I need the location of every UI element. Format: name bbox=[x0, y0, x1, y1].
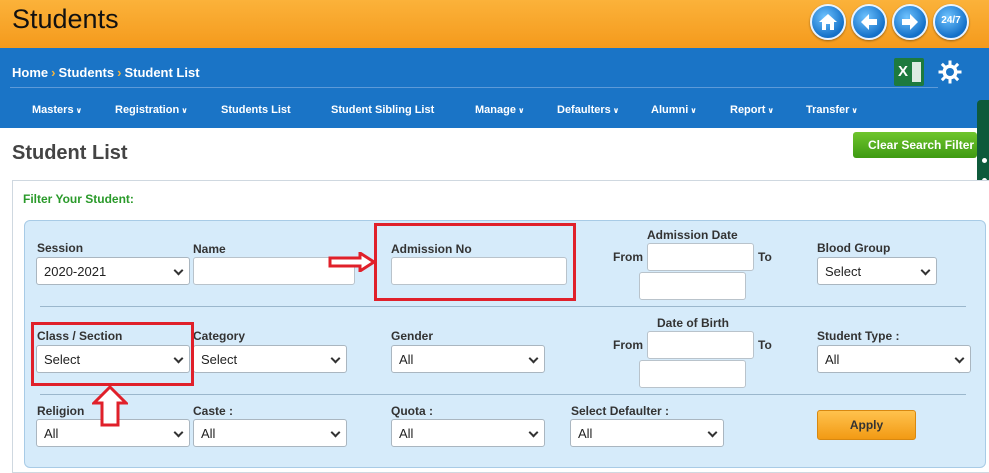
menu-students-list[interactable]: Students List bbox=[221, 104, 291, 116]
defaulter-select[interactable]: All bbox=[570, 419, 724, 447]
gear-icon[interactable] bbox=[938, 60, 962, 84]
name-label: Name bbox=[193, 242, 226, 256]
menu-manage[interactable]: Manage ∨ bbox=[475, 104, 524, 116]
admission-date-from-input[interactable] bbox=[647, 243, 754, 271]
arrow-left-icon bbox=[861, 14, 877, 30]
dob-to-input[interactable] bbox=[639, 360, 746, 388]
dob-from-input[interactable] bbox=[647, 331, 754, 359]
row-divider bbox=[40, 394, 966, 395]
admission-date-label: Admission Date bbox=[647, 228, 738, 242]
session-label: Session bbox=[37, 241, 84, 255]
gender-label: Gender bbox=[391, 329, 434, 343]
menu-transfer[interactable]: Transfer ∨ bbox=[806, 104, 858, 116]
breadcrumb-divider bbox=[10, 87, 938, 88]
caste-select[interactable]: All bbox=[193, 419, 347, 447]
menu-registration[interactable]: Registration ∨ bbox=[115, 104, 188, 116]
dob-to-label: To bbox=[758, 338, 772, 352]
chevron-down-icon: ∨ bbox=[612, 106, 620, 115]
menu-report[interactable]: Report ∨ bbox=[730, 104, 774, 116]
admission-date-from-label: From bbox=[613, 250, 643, 264]
chevron-down-icon: ∨ bbox=[851, 106, 858, 115]
header-bar: Students 24/7 bbox=[0, 0, 989, 48]
arrow-up-annotation-icon bbox=[92, 385, 128, 427]
date-of-birth-label: Date of Birth bbox=[657, 316, 729, 330]
blood-group-select[interactable]: Select bbox=[817, 257, 937, 285]
chevron-down-icon: ∨ bbox=[767, 106, 774, 115]
dob-from-label: From bbox=[613, 338, 643, 352]
breadcrumb: Home › Students › Student List bbox=[12, 65, 200, 80]
support-24-7-icon: 24/7 bbox=[941, 15, 961, 26]
student-type-select[interactable]: All bbox=[817, 345, 971, 373]
excel-export-icon[interactable]: X bbox=[894, 58, 924, 86]
admission-date-to-label: To bbox=[758, 250, 772, 264]
session-select[interactable]: 2020-2021 bbox=[36, 257, 190, 285]
apply-button[interactable]: Apply bbox=[817, 410, 916, 440]
gender-select[interactable]: All bbox=[391, 345, 545, 373]
breadcrumb-students[interactable]: Students bbox=[58, 65, 114, 80]
arrow-right-icon bbox=[902, 14, 918, 30]
filter-title: Filter Your Student: bbox=[23, 192, 134, 206]
menu-student-sibling-list[interactable]: Student Sibling List bbox=[331, 104, 434, 116]
menu-defaulters[interactable]: Defaulters ∨ bbox=[557, 104, 619, 116]
side-panel-tab[interactable] bbox=[977, 100, 989, 186]
caste-label: Caste : bbox=[193, 404, 234, 418]
home-button[interactable] bbox=[810, 4, 846, 40]
highlight-admission-no bbox=[374, 223, 576, 301]
row-divider bbox=[40, 306, 966, 307]
page-title: Student List bbox=[12, 142, 128, 164]
student-type-label: Student Type : bbox=[817, 329, 900, 343]
breadcrumb-home[interactable]: Home bbox=[12, 65, 48, 80]
blood-group-label: Blood Group bbox=[817, 241, 891, 255]
religion-label: Religion bbox=[37, 404, 85, 418]
chevron-down-icon: ∨ bbox=[75, 106, 83, 115]
menu-masters[interactable]: Masters ∨ bbox=[32, 104, 82, 116]
quota-label: Quota : bbox=[391, 404, 433, 418]
chevron-down-icon: ∨ bbox=[517, 106, 525, 115]
quota-select[interactable]: All bbox=[391, 419, 545, 447]
forward-button[interactable] bbox=[892, 4, 928, 40]
app-title: Students bbox=[12, 4, 119, 34]
defaulter-label: Select Defaulter : bbox=[571, 404, 670, 418]
back-button[interactable] bbox=[851, 4, 887, 40]
clear-search-filter-button[interactable]: Clear Search Filter bbox=[853, 132, 977, 158]
support-24-7-button[interactable]: 24/7 bbox=[933, 4, 969, 40]
main-menu: Masters ∨ Registration ∨ Students List Stu… bbox=[0, 100, 989, 122]
chevron-down-icon: ∨ bbox=[690, 106, 697, 115]
chevron-down-icon: ∨ bbox=[181, 106, 188, 115]
menu-alumni[interactable]: Alumni ∨ bbox=[651, 104, 697, 116]
category-select[interactable]: Select bbox=[193, 345, 347, 373]
highlight-class-section bbox=[31, 322, 194, 386]
breadcrumb-student-list: Student List bbox=[124, 65, 200, 80]
category-label: Category bbox=[193, 329, 246, 343]
home-icon bbox=[819, 14, 837, 30]
arrow-right-annotation-icon bbox=[328, 252, 376, 272]
admission-date-to-input[interactable] bbox=[639, 272, 746, 300]
